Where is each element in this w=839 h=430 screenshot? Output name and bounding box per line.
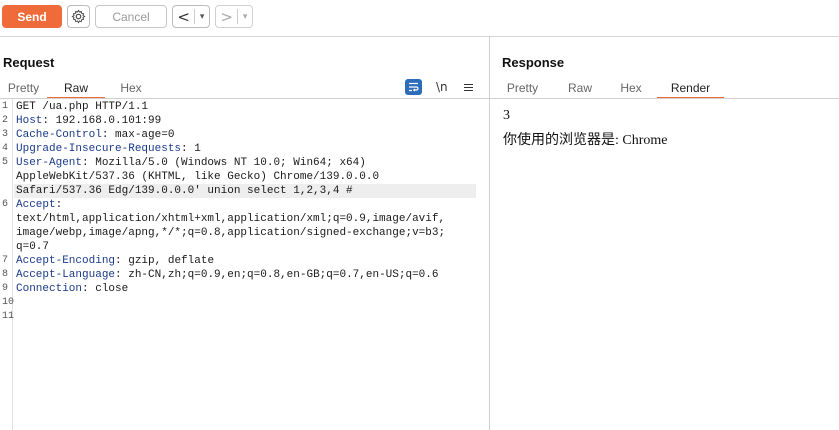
line-code: AppleWebKit/537.36 (KHTML, like Gecko) C… bbox=[16, 170, 379, 184]
request-line: 4 Upgrade-Insecure-Requests: 1 bbox=[0, 142, 489, 156]
request-line: 5 User-Agent: Mozilla/5.0 (Windows NT 10.… bbox=[0, 156, 489, 170]
header-value: : 192.168.0.101:99 bbox=[42, 115, 162, 127]
render-text: 你使用的浏览器是: Chrome bbox=[503, 133, 668, 148]
word-wrap-button[interactable] bbox=[405, 79, 422, 95]
chevron-down-icon: ▾ bbox=[242, 11, 248, 22]
request-editor-options: \n bbox=[405, 78, 483, 96]
chevron-right-icon: > bbox=[220, 7, 233, 26]
response-title: Response bbox=[502, 55, 565, 70]
header-value: GET /ua.php HTTP/1.1 bbox=[16, 101, 149, 113]
header-name: Accept bbox=[16, 199, 56, 211]
request-line: 6 Accept: bbox=[0, 198, 489, 212]
header-name: Connection bbox=[16, 283, 83, 295]
toolbar: Send Cancel < ▾ > ▾ bbox=[0, 0, 839, 37]
back-button-group: < ▾ bbox=[172, 5, 210, 28]
line-number: 10 bbox=[2, 297, 15, 308]
render-number: 3 bbox=[503, 108, 510, 123]
header-value: text/html,application/xhtml+xml,applicat… bbox=[16, 213, 446, 225]
line-code: Connection: close bbox=[16, 282, 128, 296]
response-tab-raw[interactable]: Raw bbox=[555, 78, 605, 98]
line-number: 5 bbox=[2, 157, 9, 168]
header-value: q=0.7 bbox=[16, 241, 50, 253]
menu-icon[interactable] bbox=[463, 83, 473, 91]
line-number: 11 bbox=[2, 311, 15, 322]
request-line: 1 GET /ua.php HTTP/1.1 bbox=[0, 100, 489, 114]
request-line: 11 bbox=[0, 310, 489, 324]
request-tab-hex[interactable]: Hex bbox=[105, 78, 157, 98]
request-tabs: Pretty Raw Hex bbox=[0, 78, 157, 99]
header-name: Cache-Control bbox=[16, 129, 102, 141]
forward-button[interactable]: > bbox=[216, 6, 237, 27]
request-line: 8 Accept-Language: zh-CN,zh;q=0.9,en;q=0.… bbox=[0, 268, 489, 282]
settings-button[interactable] bbox=[67, 5, 90, 28]
line-code: Accept-Language: zh-CN,zh;q=0.9,en;q=0.8… bbox=[16, 268, 438, 282]
header-name: Accept-Encoding bbox=[16, 255, 116, 267]
request-title: Request bbox=[3, 55, 55, 70]
send-button[interactable]: Send bbox=[2, 5, 62, 28]
header-value: : max-age=0 bbox=[101, 129, 175, 141]
request-line: 10 bbox=[0, 296, 489, 310]
line-number: 8 bbox=[2, 269, 9, 280]
line-code: User-Agent: Mozilla/5.0 (Windows NT 10.0… bbox=[16, 156, 366, 170]
header-value: : bbox=[55, 199, 63, 211]
response-tab-pretty[interactable]: Pretty bbox=[490, 78, 555, 98]
line-code: Host: 192.168.0.101:99 bbox=[16, 114, 161, 128]
response-render-view: 3 你使用的浏览器是: Chrome bbox=[490, 99, 839, 430]
header-name: User-Agent bbox=[16, 157, 83, 169]
line-number: 1 bbox=[2, 101, 9, 112]
show-newlines-button[interactable]: \n bbox=[436, 80, 448, 94]
request-line: 3 Cache-Control: max-age=0 bbox=[0, 128, 489, 142]
back-history-dropdown[interactable]: ▾ bbox=[195, 6, 209, 27]
line-code: text/html,application/xhtml+xml,applicat… bbox=[16, 212, 445, 226]
line-code: q=0.7 bbox=[16, 240, 49, 254]
line-number: 6 bbox=[2, 199, 9, 210]
request-line: AppleWebKit/537.36 (KHTML, like Gecko) C… bbox=[0, 170, 489, 184]
request-editor[interactable]: 1 GET /ua.php HTTP/1.1 2 Host: 192.168.0.10… bbox=[0, 99, 489, 430]
word-wrap-icon bbox=[409, 82, 419, 92]
response-tab-render[interactable]: Render bbox=[657, 78, 724, 99]
line-code: Accept-Encoding: gzip, deflate bbox=[16, 254, 214, 268]
request-tab-pretty[interactable]: Pretty bbox=[0, 78, 47, 98]
header-name: Upgrade-Insecure-Requests bbox=[16, 143, 182, 155]
line-number: 2 bbox=[2, 115, 9, 126]
request-line: text/html,application/xhtml+xml,applicat… bbox=[0, 212, 489, 226]
header-value: : gzip, deflate bbox=[115, 255, 215, 267]
chevron-down-icon: ▾ bbox=[199, 11, 205, 22]
request-line: image/webp,image/apng,*/*;q=0.8,applicat… bbox=[0, 226, 489, 240]
line-code: GET /ua.php HTTP/1.1 bbox=[16, 100, 148, 114]
header-value: : Mozilla/5.0 (Windows NT 10.0; Win64; x… bbox=[82, 157, 366, 169]
line-code: Upgrade-Insecure-Requests: 1 bbox=[16, 142, 201, 156]
line-code: Safari/537.36 Edg/139.0.0.0' union selec… bbox=[16, 184, 353, 198]
line-number: 3 bbox=[2, 129, 9, 140]
header-name: Accept-Language bbox=[16, 269, 116, 281]
gear-icon bbox=[71, 9, 86, 24]
line-code: image/webp,image/apng,*/*;q=0.8,applicat… bbox=[16, 226, 445, 240]
line-code: Cache-Control: max-age=0 bbox=[16, 128, 174, 142]
request-line: Safari/537.36 Edg/139.0.0.0' union selec… bbox=[0, 184, 489, 198]
chevron-left-icon: < bbox=[177, 7, 190, 26]
header-value: image/webp,image/apng,*/*;q=0.8,applicat… bbox=[16, 227, 446, 239]
forward-history-dropdown[interactable]: ▾ bbox=[238, 6, 252, 27]
line-number: 7 bbox=[2, 255, 9, 266]
request-line: 7 Accept-Encoding: gzip, deflate bbox=[0, 254, 489, 268]
response-tabs: Pretty Raw Hex Render bbox=[490, 78, 724, 99]
forward-button-group: > ▾ bbox=[215, 5, 253, 28]
header-name: Host bbox=[16, 115, 43, 127]
line-code: Accept: bbox=[16, 198, 62, 212]
request-line: 9 Connection: close bbox=[0, 282, 489, 296]
header-value: : close bbox=[82, 283, 129, 295]
line-number: 4 bbox=[2, 143, 9, 154]
response-tab-hex[interactable]: Hex bbox=[605, 78, 657, 98]
header-value: AppleWebKit/537.36 (KHTML, like Gecko) C… bbox=[16, 171, 380, 183]
header-value: : 1 bbox=[181, 143, 201, 155]
back-button[interactable]: < bbox=[173, 6, 194, 27]
header-value: : zh-CN,zh;q=0.9,en;q=0.8,en-GB;q=0.7,en… bbox=[115, 269, 439, 281]
header-value: Safari/537.36 Edg/139.0.0.0' union selec… bbox=[16, 185, 353, 197]
line-number: 9 bbox=[2, 283, 9, 294]
request-tab-raw[interactable]: Raw bbox=[47, 78, 105, 99]
cancel-button[interactable]: Cancel bbox=[95, 5, 167, 28]
request-line: 2 Host: 192.168.0.101:99 bbox=[0, 114, 489, 128]
request-line: q=0.7 bbox=[0, 240, 489, 254]
